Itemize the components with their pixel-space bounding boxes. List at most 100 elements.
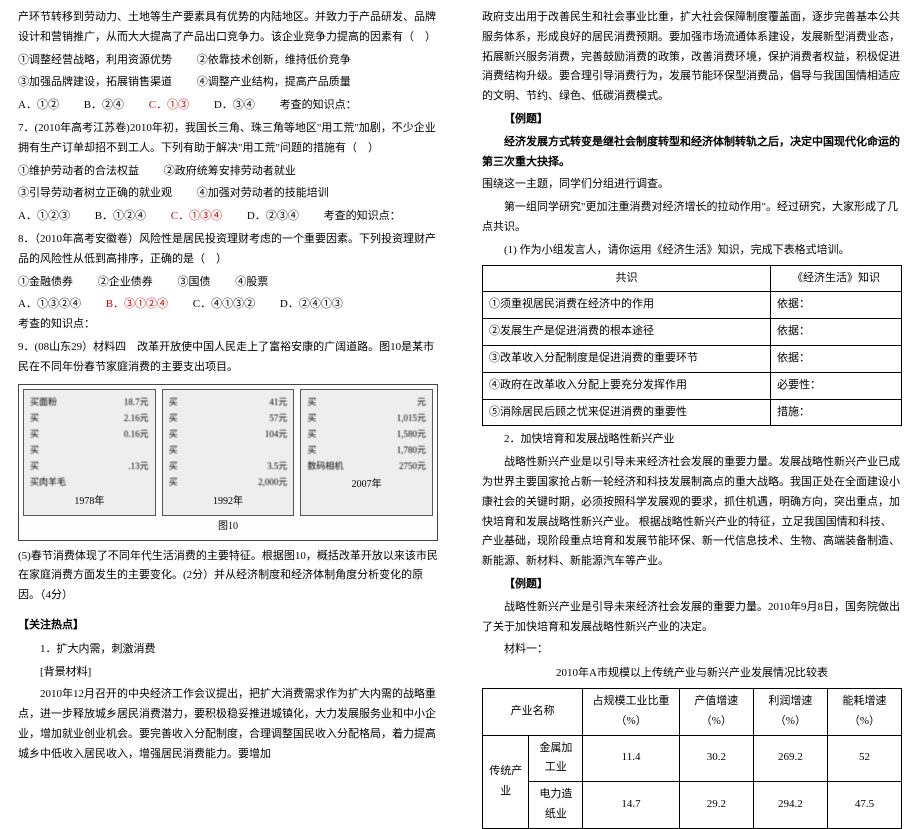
figure-caption: 图10 xyxy=(23,518,433,536)
row-lab: 买 xyxy=(30,410,39,426)
example2-paragraph: 战略性新兴产业是引导未来经济社会发展的重要力量。2010年9月8日，国务院做出了… xyxy=(482,598,902,638)
choice-c: C．①③④ xyxy=(171,207,222,227)
example-heading: 【例题】 xyxy=(482,110,902,130)
option-row-1b: ③加强品牌建设，拓展销售渠道 ④调整产业结构，提高产品质量 xyxy=(18,73,438,93)
kp-label: 考查的知识点： xyxy=(18,315,95,335)
row-val: 18.7元 xyxy=(124,394,149,410)
row-val: 1,580元 xyxy=(397,426,426,442)
choice-b: B．③①②④ xyxy=(106,295,168,315)
cell: 电力造纸业 xyxy=(529,782,583,829)
row-lab: 买 xyxy=(307,442,316,458)
opt: ②政府统筹安排劳动者就业 xyxy=(164,162,296,182)
cell: 52 xyxy=(827,735,901,782)
row-val: 元 xyxy=(417,394,426,410)
right-column: 政府支出用于改善民生和社会事业比重，扩大社会保障制度覆盖面，逐步完善基本公共服务… xyxy=(460,0,920,637)
card-rows: 买面粉18.7元 买2.16元 买0.16元 买 买.13元 买肉羊毛 xyxy=(30,394,149,491)
choice-row-3: A．①③②④ B．③①②④ C．④①③② D．②④①③ 考查的知识点： xyxy=(18,295,438,335)
row-lab: 买 xyxy=(30,442,39,458)
hot1-bg: [背景材料] xyxy=(18,663,438,683)
th-consensus: 共识 xyxy=(483,265,771,292)
choice-b: B．②④ xyxy=(84,96,124,116)
row-lab: 买 xyxy=(169,458,178,474)
th-output: 产值增速（%） xyxy=(679,688,753,735)
row-val: 41元 xyxy=(269,394,287,410)
option-row-3: ①金融债券 ②企业债券 ③国债 ④股票 xyxy=(18,273,438,293)
choice-d: D．②④①③ xyxy=(280,295,343,315)
cell: 依据： xyxy=(770,292,901,319)
row-lab: 买 xyxy=(307,426,316,442)
cell: 47.5 xyxy=(827,782,901,829)
row-val: 0.16元 xyxy=(124,426,149,442)
hot1-paragraph: 2010年12月召开的中央经济工作会议提出，把扩大消费需求作为扩大内需的战略重点… xyxy=(18,685,438,764)
th-profit: 利润增速（%） xyxy=(753,688,827,735)
row-lab: 买 xyxy=(307,394,316,410)
row-val: 2750元 xyxy=(399,458,426,474)
cell: 依据： xyxy=(770,345,901,372)
left-column: 产环节转移到劳动力、土地等生产要素具有优势的内陆地区。并致力于产品研发、品牌设计… xyxy=(0,0,460,637)
table2-title: 2010年A市规模以上传统产业与新兴产业发展情况比较表 xyxy=(482,664,902,684)
industry-table: 产业名称 占规模工业比重（%） 产值增速（%） 利润增速（%） 能耗增速（%） … xyxy=(482,688,902,829)
kp-label: 考查的知识点： xyxy=(280,96,357,116)
cell: 必要性： xyxy=(770,372,901,399)
question-7: 7．(2010年高考江苏卷)2010年初，我国长三角、珠三角等地区"用工荒"加剧… xyxy=(18,119,438,159)
row-lab: 数码相机 xyxy=(307,458,343,474)
cell: 11.4 xyxy=(583,735,679,782)
figure-cards: 买面粉18.7元 买2.16元 买0.16元 买 买.13元 买肉羊毛 1978… xyxy=(23,389,433,516)
question-9: 9．(08山东29）材料四 改革开放使中国人民走上了富裕安康的广阔道路。图10是… xyxy=(18,338,438,378)
sec2-paragraph: 战略性新兴产业是以引导未来经济社会发展的重要力量。发展战略性新兴产业已成为世界主… xyxy=(482,453,902,572)
opt: ③国债 xyxy=(178,273,211,293)
row-val: 3.5元 xyxy=(267,458,287,474)
group1-text: 第一组同学研究"更加注重消费对经济增长的拉动作用"。经过研究，大家形成了几点共识… xyxy=(482,198,902,238)
table-row: 共识 《经济生活》知识 xyxy=(483,265,902,292)
option-row-2a: ①维护劳动者的合法权益 ②政府统筹安排劳动者就业 xyxy=(18,162,438,182)
row-lab: 买 xyxy=(169,426,178,442)
hot1-title: 1．扩大内需，刺激消费 xyxy=(18,640,438,660)
choice-b: B．①②④ xyxy=(95,207,146,227)
choice-a: A．①②③ xyxy=(18,207,70,227)
cell: ④政府在改革收入分配上要充分发挥作用 xyxy=(483,372,771,399)
row-lab: 买 xyxy=(30,458,39,474)
row-lab: 买 xyxy=(30,426,39,442)
choice-a: A．①② xyxy=(18,96,59,116)
choice-row-1: A．①② B．②④ C．①③ D．③④ 考查的知识点： xyxy=(18,96,438,116)
table-row: ④政府在改革收入分配上要充分发挥作用必要性： xyxy=(483,372,902,399)
cell-group: 传统产业 xyxy=(483,735,529,828)
row-lab: 买 xyxy=(169,474,178,490)
card-1978: 买面粉18.7元 买2.16元 买0.16元 买 买.13元 买肉羊毛 1978… xyxy=(23,389,156,516)
consensus-table: 共识 《经济生活》知识 ①须重视居民消费在经济中的作用依据： ②发展生产是促进消… xyxy=(482,265,902,427)
option-row-1a: ①调整经营战略，利用资源优势 ②依靠技术创新，维持低价竞争 xyxy=(18,51,438,71)
th-share: 占规模工业比重（%） xyxy=(583,688,679,735)
row-lab: 买肉羊毛 xyxy=(30,474,66,490)
question-8: 8．（2010年高考安徽卷）风险性是居民投资理财考虑的一个重要因素。下列投资理财… xyxy=(18,230,438,270)
choice-d: D．③④ xyxy=(214,96,255,116)
table-row: ①须重视居民消费在经济中的作用依据： xyxy=(483,292,902,319)
row-val: 104元 xyxy=(265,426,288,442)
opt: ①维护劳动者的合法权益 xyxy=(18,162,139,182)
card-2007: 买元 买1,015元 买1,580元 买1,780元 数码相机2750元 200… xyxy=(300,389,433,516)
row-lab: 买 xyxy=(169,442,178,458)
card-year: 1992年 xyxy=(169,493,288,511)
card-year: 2007年 xyxy=(307,476,426,494)
row-val: 57元 xyxy=(269,410,287,426)
table-row: ③改革收入分配制度是促进消费的重要环节依据： xyxy=(483,345,902,372)
cell: 金属加工业 xyxy=(529,735,583,782)
intro-paragraph: 产环节转移到劳动力、土地等生产要素具有优势的内陆地区。并致力于产品研发、品牌设计… xyxy=(18,8,438,48)
kp-label: 考查的知识点： xyxy=(324,207,401,227)
cell: ③改革收入分配制度是促进消费的重要环节 xyxy=(483,345,771,372)
hotspot-heading: 【关注热点】 xyxy=(18,616,438,636)
card-year: 1978年 xyxy=(30,493,149,511)
opt: ④股票 xyxy=(235,273,268,293)
card-rows: 买元 买1,015元 买1,580元 买1,780元 数码相机2750元 xyxy=(307,394,426,475)
row-val: 2,000元 xyxy=(258,474,287,490)
opt: ①金融债券 xyxy=(18,273,73,293)
sec2-title: 2．加快培育和发展战略性新兴产业 xyxy=(482,430,902,450)
th-industry-name: 产业名称 xyxy=(483,688,583,735)
example-sub: 围绕这一主题，同学们分组进行调查。 xyxy=(482,175,902,195)
opt: ②依靠技术创新，维持低价竞争 xyxy=(197,51,351,71)
figure-10: 买面粉18.7元 买2.16元 买0.16元 买 买.13元 买肉羊毛 1978… xyxy=(18,384,438,541)
table-row: 传统产业 金属加工业 11.4 30.2 269.2 52 xyxy=(483,735,902,782)
cell: 29.2 xyxy=(679,782,753,829)
th-knowledge: 《经济生活》知识 xyxy=(770,265,901,292)
table-row: 产业名称 占规模工业比重（%） 产值增速（%） 利润增速（%） 能耗增速（%） xyxy=(483,688,902,735)
cell: ①须重视居民消费在经济中的作用 xyxy=(483,292,771,319)
